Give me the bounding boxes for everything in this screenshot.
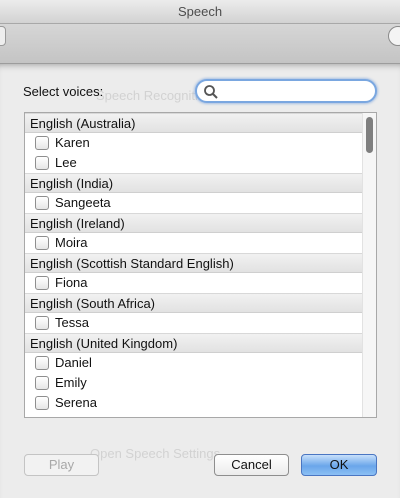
voice-label: Daniel (55, 355, 92, 370)
voice-row-daniel[interactable]: Daniel (25, 353, 363, 373)
voice-row-emily[interactable]: Emily (25, 373, 363, 393)
voice-label: Serena (55, 395, 97, 410)
checkbox-serena[interactable] (35, 396, 49, 410)
window-title-bar: Speech (0, 0, 400, 24)
ok-button[interactable]: OK (301, 454, 377, 476)
voice-label: Emily (55, 375, 87, 390)
voice-row-lee[interactable]: Lee (25, 153, 363, 173)
voice-row-tessa[interactable]: Tessa (25, 313, 363, 333)
group-header-australia: English (Australia) (25, 113, 363, 133)
group-header-india: English (India) (25, 173, 363, 193)
voice-label: Lee (55, 155, 77, 170)
checkbox-moira[interactable] (35, 236, 49, 250)
toolbar-back-button[interactable] (0, 26, 6, 46)
window-title: Speech (177, 4, 223, 19)
group-header-ireland: English (Ireland) (25, 213, 363, 233)
voice-label: Tessa (55, 315, 89, 330)
voice-label: Moira (55, 235, 88, 250)
voice-row-sangeeta[interactable]: Sangeeta (25, 193, 363, 213)
cancel-button[interactable]: Cancel (214, 454, 289, 476)
checkbox-fiona[interactable] (35, 276, 49, 290)
voice-search-field[interactable] (195, 79, 377, 103)
scrollbar-thumb[interactable] (366, 117, 373, 153)
voice-list[interactable]: English (Australia) Karen Lee English (I… (24, 112, 377, 418)
voice-list-scrollbar[interactable] (362, 113, 376, 417)
checkbox-sangeeta[interactable] (35, 196, 49, 210)
voice-list-rows: English (Australia) Karen Lee English (I… (25, 113, 363, 413)
play-button[interactable]: Play (24, 454, 99, 476)
select-voices-label: Select voices: (23, 84, 104, 99)
voice-label: Karen (55, 135, 90, 150)
magnifier-icon (204, 85, 218, 99)
group-header-south-africa: English (South Africa) (25, 293, 363, 313)
window-toolbar (0, 24, 400, 64)
checkbox-tessa[interactable] (35, 316, 49, 330)
voice-row-fiona[interactable]: Fiona (25, 273, 363, 293)
checkbox-emily[interactable] (35, 376, 49, 390)
ghost-settings-label: Open Speech Settings (90, 446, 221, 461)
checkbox-daniel[interactable] (35, 356, 49, 370)
select-voices-sheet: Speech Recognition Open Speech Settings … (0, 64, 400, 498)
voice-label: Fiona (55, 275, 88, 290)
voice-row-karen[interactable]: Karen (25, 133, 363, 153)
checkbox-lee[interactable] (35, 156, 49, 170)
voice-search-input[interactable] (223, 83, 371, 99)
voice-row-moira[interactable]: Moira (25, 233, 363, 253)
voice-row-serena[interactable]: Serena (25, 393, 363, 413)
checkbox-karen[interactable] (35, 136, 49, 150)
group-header-scottish: English (Scottish Standard English) (25, 253, 363, 273)
voice-label: Sangeeta (55, 195, 111, 210)
group-header-uk: English (United Kingdom) (25, 333, 363, 353)
